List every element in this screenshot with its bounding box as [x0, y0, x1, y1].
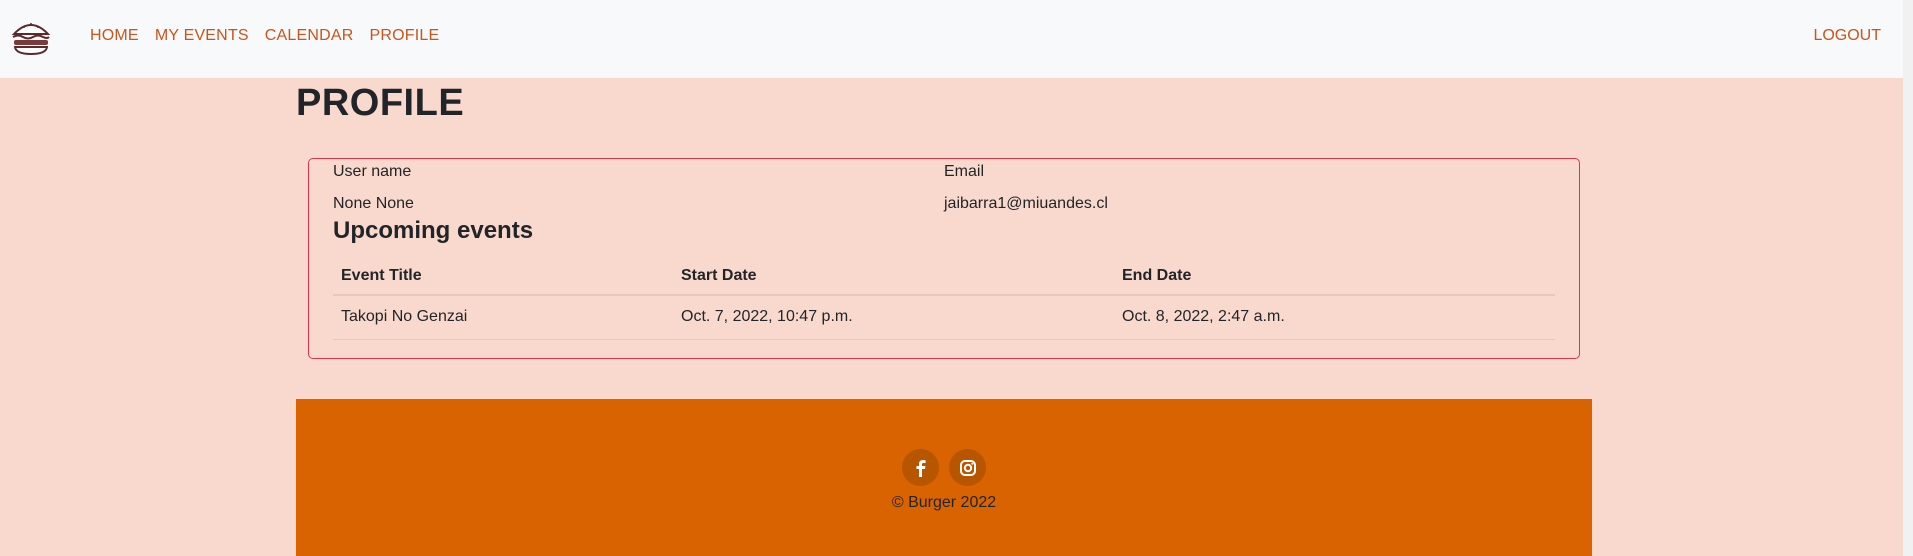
event-title-cell: Takopi No Genzai	[333, 295, 673, 340]
copyright-text: © Burger 2022	[891, 494, 997, 511]
start-date-cell: Oct. 7, 2022, 10:47 p.m.	[673, 295, 1114, 340]
social-links	[902, 449, 986, 486]
nav-home-link[interactable]: HOME	[90, 27, 139, 45]
upcoming-events-title: Upcoming events	[333, 217, 534, 244]
page-title: PROFILE	[296, 82, 465, 124]
table-row[interactable]: Takopi No Genzai Oct. 7, 2022, 10:47 p.m…	[333, 295, 1555, 340]
email-label: Email	[944, 163, 985, 180]
table-header-row: Event Title Start Date End Date	[333, 257, 1555, 296]
burger-logo-icon[interactable]	[10, 16, 52, 58]
nav-my-events-link[interactable]: MY EVENTS	[155, 27, 249, 45]
username-value: None None	[333, 195, 414, 212]
footer: © Burger 2022	[296, 399, 1592, 556]
events-table: Event Title Start Date End Date Takopi N…	[333, 257, 1555, 340]
nav-links: HOME MY EVENTS CALENDAR PROFILE	[90, 27, 439, 45]
column-header-event-title: Event Title	[333, 257, 673, 296]
column-header-start-date: Start Date	[673, 257, 1114, 296]
facebook-icon[interactable]	[902, 449, 939, 486]
column-header-end-date: End Date	[1114, 257, 1555, 296]
nav-profile-link[interactable]: PROFILE	[370, 27, 440, 45]
instagram-icon[interactable]	[949, 449, 986, 486]
username-label: User name	[333, 163, 412, 180]
navbar: HOME MY EVENTS CALENDAR PROFILE LOGOUT	[0, 0, 1903, 78]
logout-link[interactable]: LOGOUT	[1813, 27, 1881, 45]
profile-card: User name None None Email jaibarra1@miua…	[308, 158, 1580, 359]
end-date-cell: Oct. 8, 2022, 2:47 a.m.	[1114, 295, 1555, 340]
email-value: jaibarra1@miuandes.cl	[944, 195, 1108, 212]
nav-calendar-link[interactable]: CALENDAR	[265, 27, 354, 45]
scrollbar[interactable]	[1903, 0, 1913, 556]
